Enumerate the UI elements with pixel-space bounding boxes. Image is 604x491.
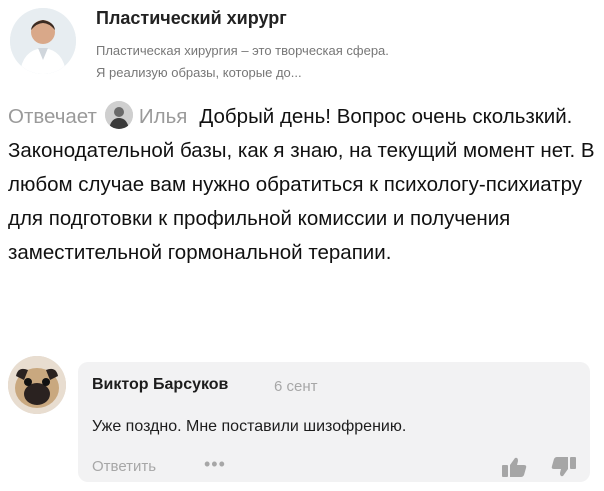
answer-text: Добрый день! Вопрос очень скользкий. Зак… bbox=[8, 105, 595, 264]
question-header: Пластический хирург Пластическая хирурги… bbox=[10, 6, 600, 96]
thumbs-down-icon[interactable] bbox=[550, 456, 578, 478]
header-description: Пластическая хирургия – это творческая с… bbox=[96, 40, 596, 84]
more-options-button[interactable]: ••• bbox=[204, 454, 226, 475]
comment-date: 6 сент bbox=[274, 378, 318, 395]
header-description-line-2: Я реализую образы, которые до... bbox=[96, 65, 302, 80]
answer-author-name[interactable]: Илья bbox=[139, 105, 187, 128]
header-title[interactable]: Пластический хирург bbox=[96, 8, 287, 29]
author-avatar[interactable] bbox=[104, 101, 133, 129]
comment-text: Уже поздно. Мне поставили шизофрению. bbox=[92, 418, 407, 435]
doctor-avatar[interactable] bbox=[10, 8, 76, 74]
reply-button[interactable]: Ответить bbox=[92, 458, 156, 475]
comment-author[interactable]: Виктор Барсуков bbox=[92, 376, 228, 394]
header-description-line-1: Пластическая хирургия – это творческая с… bbox=[96, 43, 389, 58]
comment-card: Виктор Барсуков 6 сент Уже поздно. Мне п… bbox=[78, 362, 590, 482]
answer-block: Отвечает Илья Добрый день! Вопрос очень ск… bbox=[8, 100, 598, 270]
thumbs-up-icon[interactable] bbox=[500, 456, 528, 478]
replies-label: Отвечает bbox=[8, 105, 97, 128]
commenter-avatar[interactable] bbox=[8, 356, 66, 414]
